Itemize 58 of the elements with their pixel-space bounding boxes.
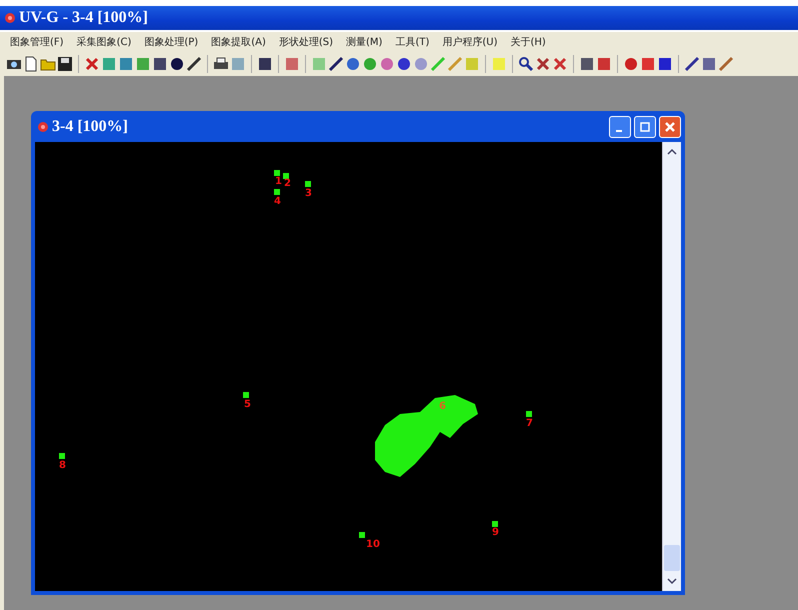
particle-label: 2: [284, 179, 291, 189]
particle-label: 7: [526, 419, 533, 429]
particle-label: 10: [366, 540, 380, 550]
particle-label: 5: [244, 400, 251, 410]
image-window-title: 3-4 [100%]: [52, 118, 128, 136]
minimize-button[interactable]: [609, 116, 631, 138]
particle-marker: [359, 532, 365, 538]
scroll-thumb[interactable]: [664, 545, 680, 571]
square-icon[interactable]: [579, 56, 595, 72]
circle-icon[interactable]: [396, 56, 412, 72]
circle-icon[interactable]: [169, 56, 185, 72]
close-button[interactable]: [659, 116, 681, 138]
new-file-icon[interactable]: [23, 56, 39, 72]
cross-icon[interactable]: [535, 56, 551, 72]
square-icon[interactable]: [701, 56, 717, 72]
particle-label: 1: [275, 177, 282, 187]
search-icon[interactable]: [518, 56, 534, 72]
menu-item[interactable]: 图象管理(F): [10, 35, 64, 49]
minimize-icon: [616, 130, 622, 132]
particle-label: 4: [274, 197, 281, 207]
particle-marker: [274, 189, 280, 195]
square-icon[interactable]: [657, 56, 673, 72]
particle-label: 6: [439, 402, 446, 412]
menu-item[interactable]: 测量(M): [346, 35, 382, 49]
cross-icon[interactable]: [552, 56, 568, 72]
particle-marker: [59, 453, 65, 459]
line-icon[interactable]: [186, 56, 202, 72]
square-icon[interactable]: [257, 56, 273, 72]
app-icon: [4, 12, 16, 24]
particle-marker: [274, 170, 280, 176]
cross-icon[interactable]: [84, 56, 100, 72]
menu-item[interactable]: 形状处理(S): [278, 35, 334, 49]
line-icon[interactable]: [328, 56, 344, 72]
vertical-scrollbar[interactable]: [662, 142, 681, 591]
maximize-icon: [640, 122, 650, 132]
menu-item[interactable]: 采集图象(C): [76, 35, 132, 49]
window-icon: [37, 120, 49, 132]
save-icon[interactable]: [57, 56, 73, 72]
particle-marker: [305, 181, 311, 187]
menu-item[interactable]: 工具(T): [395, 35, 430, 49]
particle-marker: [283, 173, 289, 179]
square-icon[interactable]: [152, 56, 168, 72]
particle-label: 9: [492, 528, 499, 538]
particle-label: 8: [59, 461, 66, 471]
particle-label: 3: [305, 189, 312, 199]
line-icon[interactable]: [684, 56, 700, 72]
printer-icon[interactable]: [213, 56, 229, 72]
menu-item[interactable]: 图象提取(A): [211, 35, 266, 49]
particle-marker: [243, 392, 249, 398]
window-title: UV-G - 3-4 [100%]: [19, 9, 148, 27]
menu-item[interactable]: 图象处理(P): [144, 35, 198, 49]
particle-marker: [492, 521, 498, 527]
menu-item[interactable]: 用户程序(U): [442, 35, 498, 49]
menu-item[interactable]: 关于(H): [510, 35, 546, 49]
maximize-button[interactable]: [634, 116, 656, 138]
square-icon[interactable]: [596, 56, 612, 72]
close-icon: [664, 120, 676, 132]
particle-marker: [526, 411, 532, 417]
